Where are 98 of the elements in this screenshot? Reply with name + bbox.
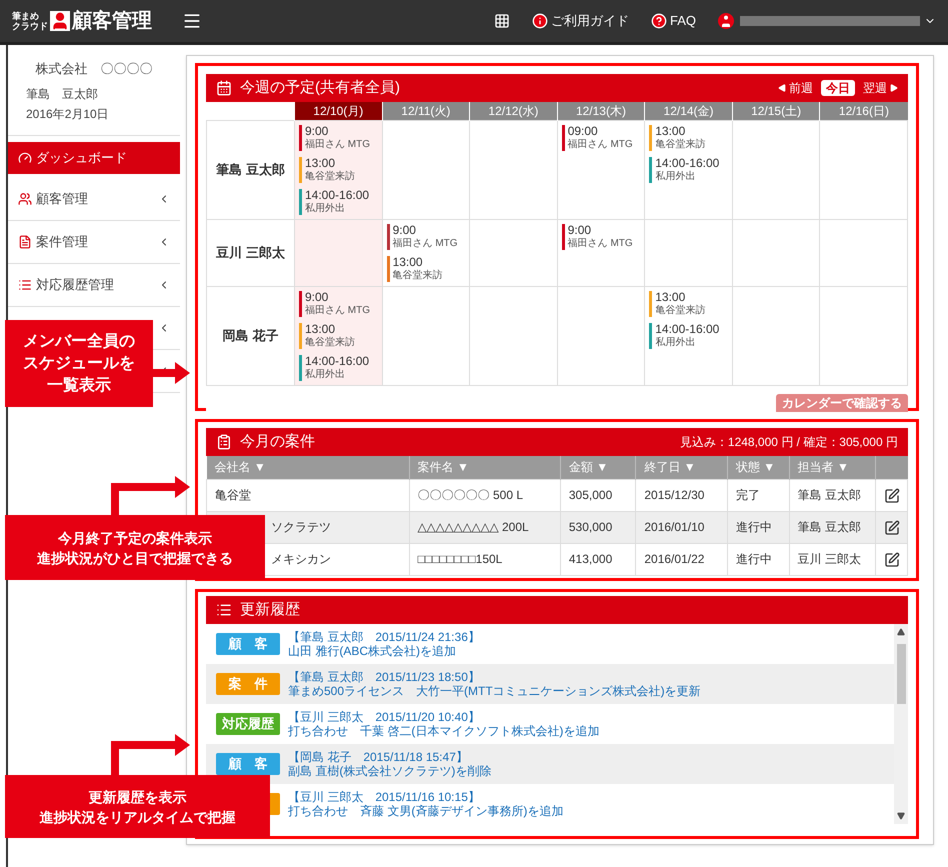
sidebar-item[interactable]: 顧客管理	[8, 178, 180, 220]
day-header: 12/10(月)	[294, 102, 382, 120]
panel-title: 更新履歴	[240, 600, 300, 620]
annotation-text: スケジュールを	[23, 354, 135, 374]
history-entry-title[interactable]: 【岡島 花子 2015/11/18 15:47】	[288, 750, 492, 764]
panel-title: 今月の案件	[240, 432, 315, 452]
table-cell: 2016/01/22	[636, 543, 728, 575]
category-badge: 対応履歴	[216, 713, 280, 735]
history-entry-title[interactable]: 【豆川 三郎太 2015/11/16 10:15】	[288, 790, 564, 804]
list-icon	[216, 602, 232, 618]
table-cell: □□□□□□□□150L	[409, 543, 560, 575]
category-badge: 顧 客	[216, 633, 280, 655]
column-header[interactable]: 状態 ▼	[727, 456, 790, 479]
next-week-link[interactable]: 翌週	[863, 79, 887, 97]
history-entry-text[interactable]: 打ち合わせ 千葉 啓二(日本マイクソフト株式会社)を追加	[288, 724, 600, 738]
schedule-event[interactable]: 13:00 亀谷堂来訪	[649, 125, 728, 151]
annotation-text: メンバー全員の	[23, 332, 135, 352]
table-cell: 2016/01/10	[636, 511, 728, 543]
schedule-event[interactable]: 14:00-16:00 私用外出	[649, 157, 728, 183]
member-name: 筆島 豆太郎	[206, 120, 294, 220]
history-entry-text[interactable]: 筆まめ500ライセンス 大竹一平(MTTコミュニケーションズ株式会社)を更新	[288, 684, 701, 698]
table-cell: 〇〇〇〇〇〇 500 L	[409, 479, 560, 511]
scroll-down-icon[interactable]	[897, 812, 905, 820]
schedule-event[interactable]: 14:00-16:00 私用外出	[299, 355, 378, 381]
schedule-event[interactable]: 9:00 福田さん MTG	[386, 224, 466, 250]
current-date: 2016年2月10日	[26, 106, 110, 122]
sidebar-item[interactable]: 案件管理	[8, 220, 180, 264]
user-icon[interactable]	[718, 13, 734, 29]
day-header: 12/13(木)	[557, 102, 645, 120]
scrollbar-thumb[interactable]	[896, 644, 906, 704]
scrollbar[interactable]	[894, 624, 908, 824]
schedule-event[interactable]: 9:00 福田さん MTG	[299, 291, 378, 317]
schedule-event[interactable]: 14:00-16:00 私用外出	[299, 189, 378, 215]
table-cell: 亀谷堂	[206, 479, 410, 511]
history-entry-title[interactable]: 【筆島 豆太郎 2015/11/23 18:50】	[288, 670, 701, 684]
day-header: 12/11(火)	[382, 102, 470, 120]
history-entry-title[interactable]: 【豆川 三郎太 2015/11/20 10:40】	[288, 710, 600, 724]
column-header[interactable]: 終了日 ▼	[636, 456, 728, 479]
history-entry-text[interactable]: 山田 雅行(ABC株式会社)を追加	[288, 644, 480, 658]
column-header[interactable]: 案件名 ▼	[409, 456, 560, 479]
table-cell: 筆島 豆太郎	[789, 511, 876, 543]
table-cell: 進行中	[727, 511, 790, 543]
schedule-event[interactable]: 9:00 福田さん MTG	[562, 224, 640, 250]
clipboard-icon	[216, 434, 232, 450]
previous-week-link[interactable]: 前週	[789, 79, 813, 97]
left-triangle-icon	[778, 84, 786, 92]
logo-text: 筆まめ	[12, 11, 40, 21]
history-entry-text[interactable]: 副島 直樹(株式会社ソクラテツ)を削除	[288, 764, 492, 778]
schedule-event[interactable]: 13:00 亀谷堂来訪	[299, 323, 378, 349]
schedule-event[interactable]: 13:00 亀谷堂来訪	[649, 291, 728, 317]
app-title[interactable]: 顧客管理	[72, 6, 152, 36]
table-cell: 2015/12/30	[636, 479, 728, 511]
schedule-event[interactable]: 14:00-16:00 私用外出	[649, 323, 728, 349]
apps-icon[interactable]	[494, 13, 510, 29]
category-badge: 顧 客	[216, 753, 280, 775]
day-header: 12/12(水)	[470, 102, 558, 120]
right-triangle-icon	[890, 84, 898, 92]
edit-icon[interactable]	[884, 488, 900, 504]
column-header[interactable]: 金額 ▼	[560, 456, 636, 479]
history-entry-title[interactable]: 【筆島 豆太郎 2015/11/24 21:36】	[288, 630, 480, 644]
table-cell: 豆川 三郎太	[789, 543, 876, 575]
logo-text: クラウド	[12, 21, 48, 31]
faq-link[interactable]: FAQ	[650, 11, 696, 31]
table-cell: 完了	[727, 479, 790, 511]
annotation-text: 更新履歴を表示	[88, 788, 186, 806]
annotation-text: 進捗状況をリアルタイムで把握	[40, 808, 236, 826]
day-header: 12/16(日)	[820, 102, 908, 120]
table-cell: 413,000	[560, 543, 636, 575]
schedule-event[interactable]: 13:00 亀谷堂来訪	[386, 256, 466, 282]
table-cell: 進行中	[727, 543, 790, 575]
table-cell: △△△△△△△△△ 200L	[409, 511, 560, 543]
info-icon	[532, 13, 548, 29]
scroll-up-icon[interactable]	[897, 628, 905, 636]
person-icon	[50, 11, 70, 31]
guide-link[interactable]: ご利用ガイド	[532, 11, 629, 31]
table-cell: 530,000	[560, 511, 636, 543]
edit-icon[interactable]	[884, 520, 900, 536]
schedule-event[interactable]: 13:00 亀谷堂来訪	[299, 157, 378, 183]
sidebar-item[interactable]: 対応履歴管理	[8, 264, 180, 306]
day-header: 12/14(金)	[644, 102, 732, 120]
history-entry-text[interactable]: 打ち合わせ 斉藤 文男(斉藤デザイン事務所)を追加	[288, 804, 564, 818]
schedule-event[interactable]: 09:00 福田さん MTG	[562, 125, 640, 151]
table-cell: 筆島 豆太郎	[789, 479, 876, 511]
calendar-icon	[216, 80, 232, 96]
day-header: 12/15(土)	[732, 102, 820, 120]
column-header[interactable]: 会社名 ▼	[206, 456, 410, 479]
schedule-event[interactable]: 9:00 福田さん MTG	[299, 125, 378, 151]
annotation-text: 一覧表示	[47, 376, 111, 396]
cases-summary: 見込み：1248,000 円 / 確定：305,000 円	[680, 434, 898, 451]
panel-title: 今週の予定(共有者全員)	[240, 78, 400, 98]
user-name: 筆島 豆太郎	[26, 86, 99, 102]
sidebar-item[interactable]: ダッシュボード	[8, 142, 180, 174]
company-name: 株式会社 〇〇〇〇	[34, 60, 154, 78]
today-button[interactable]: 今日	[821, 80, 855, 96]
table-cell: 305,000	[560, 479, 636, 511]
help-icon	[650, 13, 667, 29]
edit-icon[interactable]	[884, 552, 900, 568]
category-badge: 案 件	[216, 673, 280, 695]
